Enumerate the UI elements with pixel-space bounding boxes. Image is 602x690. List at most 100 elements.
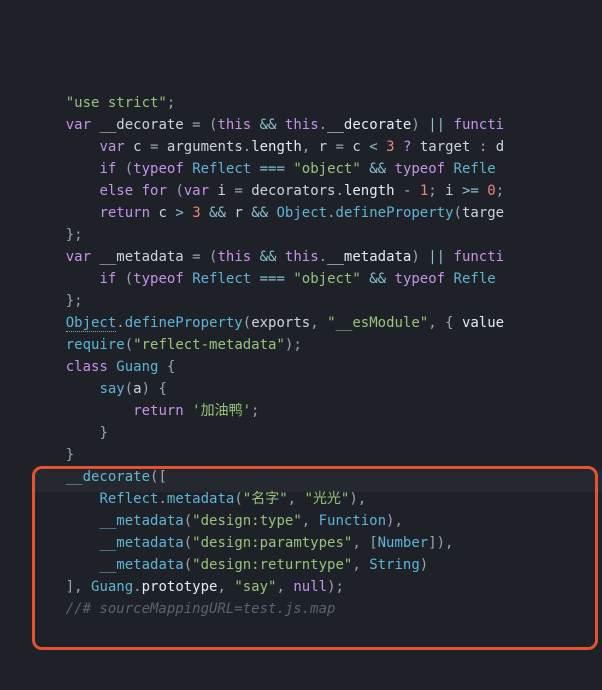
code-line[interactable]: var __decorate = (this && this.__decorat… (32, 114, 602, 136)
code-token: { (158, 359, 175, 375)
code-line[interactable]: __metadata("design:returntype", String) (32, 554, 602, 576)
line-number (0, 92, 26, 114)
code-token: d (496, 139, 504, 155)
code-line[interactable]: class Guang { (32, 356, 602, 378)
code-token: this (285, 249, 319, 265)
code-token: , (302, 139, 319, 155)
code-token: === (251, 271, 293, 287)
code-line[interactable]: Object.defineProperty(exports, "__esModu… (32, 312, 602, 334)
code-token: } (66, 447, 74, 463)
code-token: , (217, 579, 234, 595)
code-token: ) (411, 249, 419, 265)
code-token: typeof (133, 271, 192, 287)
code-token: }; (66, 227, 83, 243)
code-token: defineProperty (336, 205, 454, 221)
code-token: = (184, 249, 209, 265)
code-token: ( (125, 337, 133, 353)
line-number (0, 158, 26, 180)
code-token: ; (496, 183, 504, 199)
code-token: ]), (428, 535, 453, 551)
code-token: ) { (142, 381, 167, 397)
code-token: c (352, 139, 360, 155)
code-line[interactable]: __metadata("design:type", Function), (32, 510, 602, 532)
code-line[interactable]: if (typeof Reflect === "object" && typeo… (32, 158, 602, 180)
code-token: Function (319, 513, 386, 529)
code-token: "object" (293, 161, 360, 177)
active-line-highlight (32, 470, 602, 492)
code-token: Guang (91, 579, 133, 595)
code-token (411, 139, 419, 155)
code-token: "object" (293, 271, 360, 287)
code-line[interactable]: return c > 3 && r && Object.defineProper… (32, 202, 602, 224)
code-line[interactable]: require("reflect-metadata"); (32, 334, 602, 356)
code-line[interactable]: var c = arguments.length, r = c < 3 ? ta… (32, 136, 602, 158)
code-token: __metadata (99, 557, 183, 573)
code-line[interactable]: //# sourceMappingURL=test.js.map (32, 598, 602, 620)
code-line[interactable]: __metadata("design:paramtypes", [Number]… (32, 532, 602, 554)
code-area[interactable]: "use strict"; var __decorate = (this && … (32, 0, 602, 690)
line-number (0, 488, 26, 510)
code-line[interactable]: }; (32, 224, 602, 246)
code-token: var (66, 117, 100, 133)
code-token: __metadata (99, 513, 183, 529)
code-line[interactable]: if (typeof Reflect === "object" && typeo… (32, 268, 602, 290)
code-line[interactable]: return '加油鸭'; (32, 400, 602, 422)
code-token: 3 (192, 205, 200, 221)
code-token: var (66, 249, 100, 265)
code-token: i (217, 183, 225, 199)
code-line[interactable]: } (32, 422, 602, 444)
code-line[interactable]: var __metadata = (this && this.__metadat… (32, 246, 602, 268)
code-token: { (445, 315, 462, 331)
code-token: ; (428, 183, 445, 199)
code-token: "名字" (243, 491, 288, 507)
code-token: __decorate (99, 117, 183, 133)
line-number (0, 378, 26, 400)
line-number (0, 290, 26, 312)
code-token: || (420, 249, 454, 265)
code-token: . (327, 205, 335, 221)
line-number (0, 202, 26, 224)
code-token: Object (277, 205, 328, 221)
code-token: "say" (234, 579, 276, 595)
code-token: , (288, 491, 305, 507)
code-token: i (445, 183, 453, 199)
code-token: . (243, 139, 251, 155)
code-token: ) (420, 557, 428, 573)
code-line[interactable]: say(a) { (32, 378, 602, 400)
line-number (0, 224, 26, 246)
code-token: && (243, 205, 277, 221)
line-number (0, 444, 26, 466)
code-line[interactable]: else for (var i = decorators.length - 1;… (32, 180, 602, 202)
code-line[interactable]: ], Guang.prototype, "say", null); (32, 576, 602, 598)
code-token: say (99, 381, 124, 397)
code-token: c (158, 205, 166, 221)
code-token: && (251, 249, 285, 265)
code-token: ( (243, 315, 251, 331)
code-token: exports (251, 315, 310, 331)
code-token: "design:type" (192, 513, 302, 529)
code-token: , (276, 579, 293, 595)
code-line[interactable]: } (32, 444, 602, 466)
code-token: var (184, 183, 218, 199)
line-number-gutter (0, 0, 32, 690)
line-number (0, 312, 26, 334)
code-token: Reflect (192, 161, 251, 177)
code-token: ( (184, 535, 192, 551)
code-editor[interactable]: "use strict"; var __decorate = (this && … (0, 0, 602, 690)
code-token: defineProperty (125, 315, 243, 331)
code-token (395, 139, 403, 155)
code-token: length (344, 183, 395, 199)
code-line[interactable]: }; (32, 290, 602, 312)
code-line[interactable]: "use strict"; (32, 92, 602, 114)
code-token: && (361, 271, 395, 287)
fade-overlay (402, 660, 602, 690)
code-token: String (369, 557, 420, 573)
code-token: . (133, 579, 141, 595)
code-token: require (66, 337, 125, 353)
code-token: === (251, 161, 293, 177)
code-token: var (99, 139, 133, 155)
code-token: && (251, 117, 285, 133)
code-token: 1 (420, 183, 428, 199)
code-token: "光光" (304, 491, 349, 507)
code-token: = (226, 183, 251, 199)
